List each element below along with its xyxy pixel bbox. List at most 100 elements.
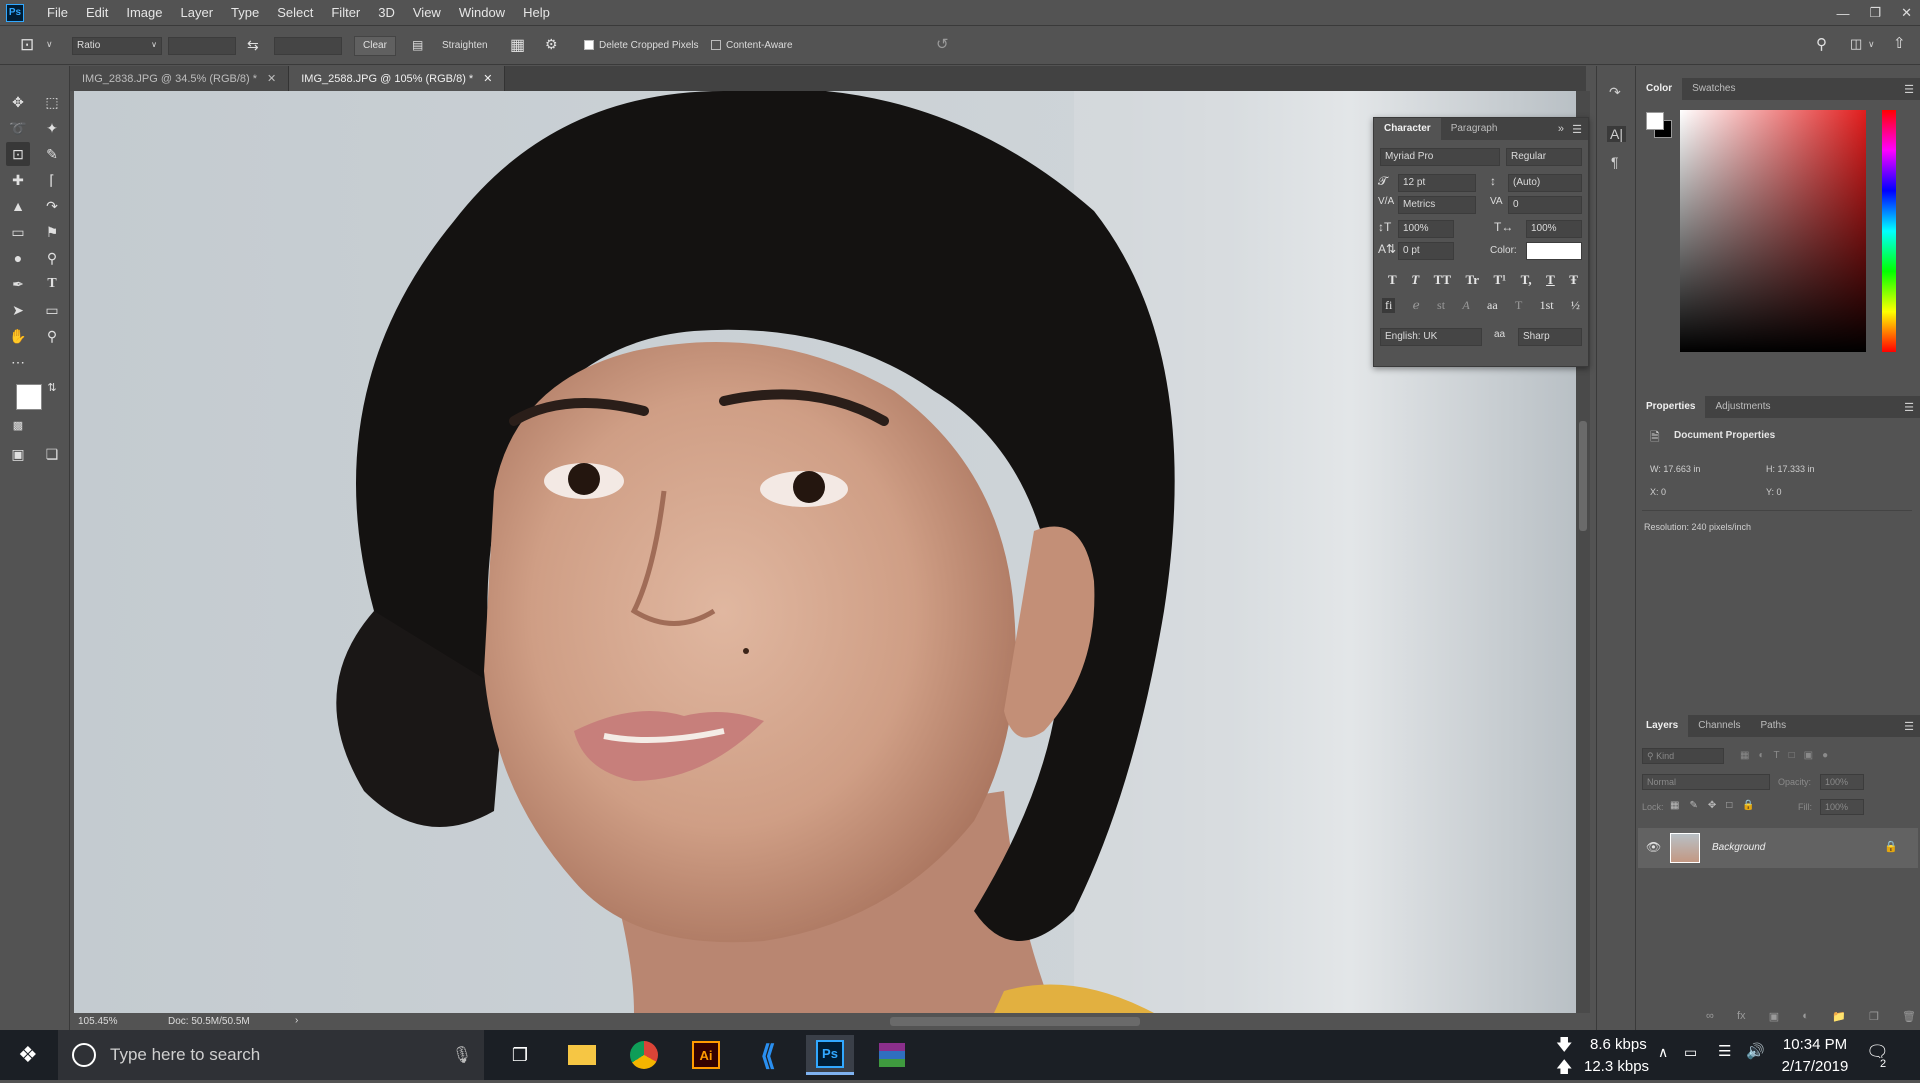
panel-menu-icon[interactable]: ☰ — [1904, 83, 1914, 96]
type-tool-icon[interactable]: T — [40, 272, 64, 296]
taskbar-search[interactable]: Type here to search 🎙 — [58, 1030, 484, 1080]
panel-menu-icon[interactable]: ☰ — [1904, 720, 1914, 733]
menu-type[interactable]: Type — [222, 0, 268, 26]
clear-button[interactable]: Clear — [354, 36, 396, 56]
underline-button[interactable]: T — [1546, 272, 1555, 288]
tab-paths[interactable]: Paths — [1751, 715, 1797, 737]
pen-tool-icon[interactable]: ✒ — [6, 272, 30, 296]
close-icon[interactable]: ✕ — [1901, 5, 1912, 21]
tab-swatches[interactable]: Swatches — [1682, 78, 1745, 100]
menu-filter[interactable]: Filter — [322, 0, 369, 26]
workspace-icon[interactable]: ◫ — [1850, 36, 1862, 52]
photoshop-taskbar-icon[interactable]: Ps — [806, 1035, 854, 1075]
search-icon[interactable]: ⚲ — [1816, 35, 1827, 53]
file-explorer-icon[interactable] — [558, 1035, 606, 1075]
screen-mode-icon[interactable]: ❏ — [40, 442, 64, 466]
chevron-right-icon[interactable]: › — [295, 1015, 298, 1026]
fx-icon[interactable]: fx — [1737, 1010, 1746, 1023]
chrome-icon[interactable] — [620, 1035, 668, 1075]
scroll-thumb[interactable] — [1579, 421, 1587, 531]
eye-icon[interactable]: 👁 — [1646, 840, 1661, 854]
fractions-button[interactable]: ½ — [1571, 298, 1580, 313]
straighten-label[interactable]: Straighten — [442, 40, 488, 51]
dodge-tool-icon[interactable]: ⚲ — [40, 246, 64, 270]
blur-tool-icon[interactable]: ● — [6, 246, 30, 270]
close-tab-icon[interactable]: ✕ — [267, 72, 276, 85]
superscript-button[interactable]: T¹ — [1494, 272, 1507, 288]
windows-start-icon[interactable]: ❖ — [18, 1042, 38, 1068]
fg-color-swatch[interactable] — [1646, 112, 1664, 130]
color-picker-field[interactable] — [1680, 110, 1866, 352]
clock-time[interactable]: 10:34 PM — [1780, 1036, 1850, 1053]
foreground-color-swatch[interactable] — [16, 384, 42, 410]
share-icon[interactable]: ⇧ — [1893, 34, 1906, 52]
layer-name[interactable]: Background — [1712, 842, 1765, 853]
anti-alias-select[interactable]: Sharp — [1518, 328, 1582, 346]
ratio-height-input[interactable] — [274, 37, 342, 55]
minimize-icon[interactable]: — — [1836, 6, 1849, 21]
menu-view[interactable]: View — [404, 0, 450, 26]
vscode-icon[interactable]: ⟪ — [744, 1035, 792, 1075]
document-canvas[interactable] — [74, 91, 1576, 1013]
swap-icon[interactable]: ⇆ — [247, 37, 259, 54]
layer-filter-kind[interactable]: ⚲ Kind — [1642, 748, 1724, 764]
tab-color[interactable]: Color — [1636, 78, 1683, 100]
layer-row-background[interactable]: 👁 Background 🔒 — [1638, 828, 1918, 868]
quick-mask-icon[interactable]: ▣ — [6, 442, 30, 466]
delete-cropped-checkbox[interactable] — [584, 40, 594, 50]
doc-height[interactable]: H: 17.333 in — [1766, 464, 1815, 474]
cortana-icon[interactable] — [72, 1043, 96, 1067]
eraser-tool-icon[interactable]: ▭ — [6, 220, 30, 244]
healing-brush-tool-icon[interactable]: ✚ — [6, 168, 30, 192]
font-size-field[interactable]: 12 pt — [1398, 174, 1476, 192]
faux-bold-button[interactable]: T — [1388, 272, 1397, 288]
brush-tool-icon[interactable]: ⌈ — [40, 168, 64, 192]
tab-img-2838[interactable]: IMG_2838.JPG @ 34.5% (RGB/8) * ✕ — [70, 66, 290, 91]
faux-italic-button[interactable]: T — [1411, 272, 1419, 288]
tab-img-2588[interactable]: IMG_2588.JPG @ 105% (RGB/8) * ✕ — [289, 66, 506, 91]
language-select[interactable]: English: UK — [1380, 328, 1482, 346]
blend-mode-select[interactable]: Normal — [1642, 774, 1770, 790]
crop-tool-preset-icon[interactable]: ⊡ — [20, 35, 34, 55]
panel-menu-icon[interactable]: ☰ — [1572, 123, 1582, 136]
add-mask-icon[interactable]: ▣ — [1769, 1010, 1779, 1023]
winrar-icon[interactable] — [868, 1035, 916, 1075]
ordinals-button[interactable]: 1st — [1540, 298, 1554, 313]
clock-date[interactable]: 2/17/2019 — [1776, 1058, 1854, 1075]
ligatures-button[interactable]: fi — [1382, 298, 1396, 313]
font-style-select[interactable]: Regular — [1506, 148, 1582, 166]
paint-bucket-tool-icon[interactable]: ⚑ — [40, 220, 64, 244]
vertical-scale-field[interactable]: 100% — [1398, 220, 1454, 238]
paragraph-panel-icon[interactable]: ¶ — [1611, 154, 1619, 170]
path-selection-tool-icon[interactable]: ➤ — [6, 298, 30, 322]
leading-field[interactable]: (Auto) — [1508, 174, 1582, 192]
tab-layers[interactable]: Layers — [1636, 715, 1689, 737]
text-color-swatch[interactable] — [1526, 242, 1582, 260]
adjustment-layer-icon[interactable]: ◐ — [1802, 1010, 1809, 1023]
ratio-select[interactable]: Ratio ∨ — [72, 37, 162, 55]
menu-window[interactable]: Window — [450, 0, 514, 26]
swap-colors-icon[interactable]: ⇅ — [40, 376, 64, 400]
content-aware-checkbox[interactable] — [711, 40, 721, 50]
menu-3d[interactable]: 3D — [369, 0, 404, 26]
delete-layer-icon[interactable]: 🗑 — [1902, 1010, 1916, 1023]
volume-icon[interactable]: 🔊 — [1746, 1042, 1765, 1060]
tab-channels[interactable]: Channels — [1688, 715, 1750, 737]
collapse-icon[interactable]: » — [1558, 123, 1564, 135]
stylistic-alternates-button[interactable]: aa — [1487, 298, 1498, 313]
panel-menu-icon[interactable]: ☰ — [1904, 401, 1914, 414]
rectangle-tool-icon[interactable]: ▭ — [40, 298, 64, 322]
strikethrough-button[interactable]: Ŧ — [1569, 272, 1578, 288]
discretionary-ligatures-button[interactable]: st — [1437, 298, 1445, 313]
layer-filter-icons[interactable]: ▦◐T□▣● — [1740, 750, 1837, 761]
lasso-tool-icon[interactable]: ➰ — [6, 116, 30, 140]
lock-icon[interactable]: 🔒 — [1884, 840, 1898, 853]
chevron-down-icon[interactable]: ∨ — [46, 39, 53, 50]
clone-stamp-tool-icon[interactable]: ▲ — [6, 194, 30, 218]
magic-wand-tool-icon[interactable]: ✦ — [40, 116, 64, 140]
task-view-icon[interactable]: ❐ — [496, 1035, 544, 1075]
subscript-button[interactable]: T, — [1521, 272, 1532, 288]
history-brush-tool-icon[interactable]: ↷ — [40, 194, 64, 218]
tab-character[interactable]: Character — [1374, 118, 1441, 140]
baseline-shift-field[interactable]: 0 pt — [1398, 242, 1454, 260]
